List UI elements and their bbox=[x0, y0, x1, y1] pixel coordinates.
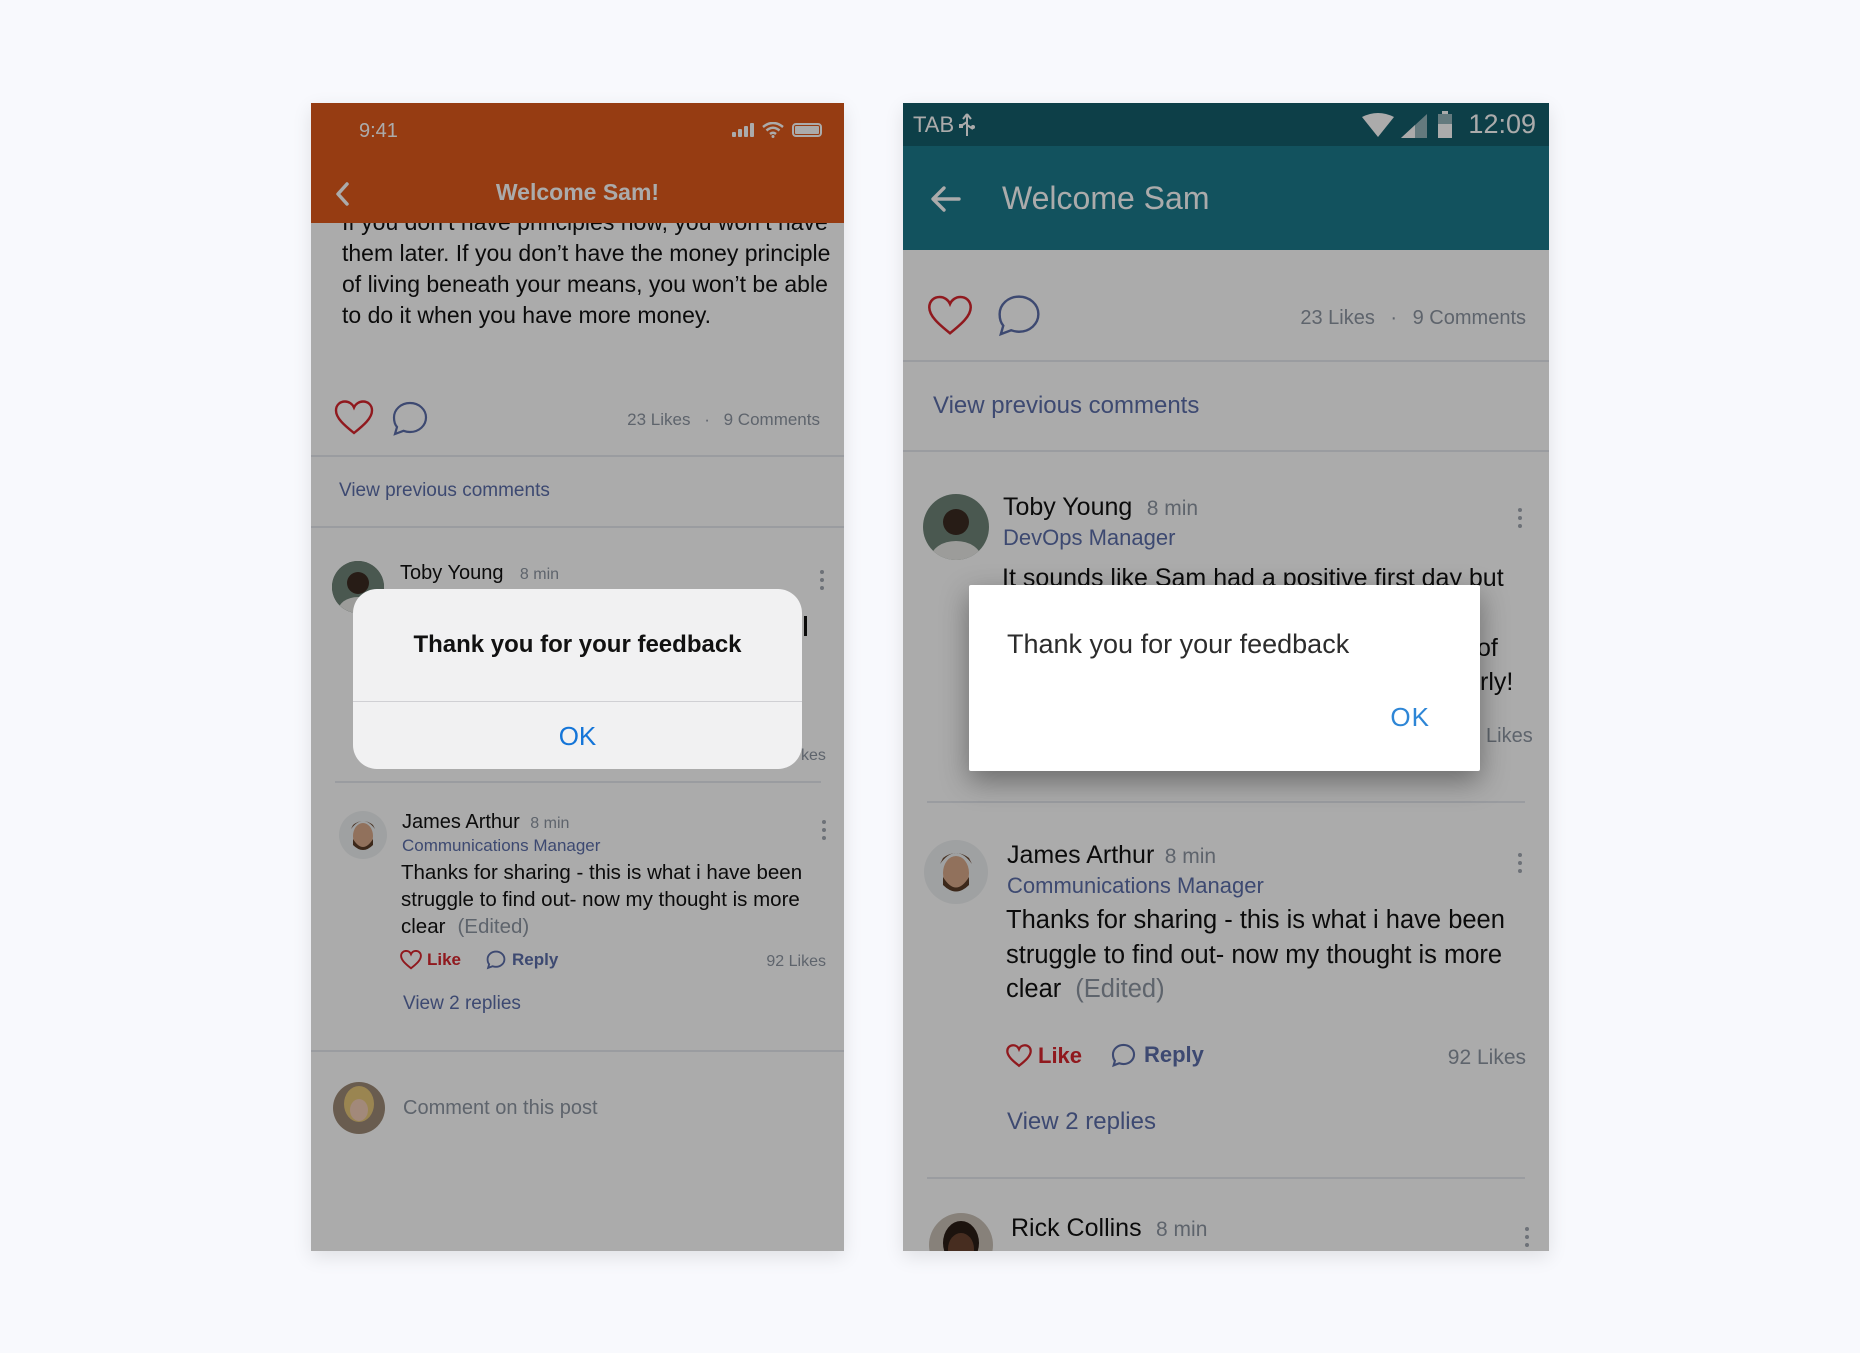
android-phone-screen: TAB 12:09 Welcome Sam 23 Likes · 9 Comme… bbox=[903, 103, 1549, 1251]
feedback-alert: Thank you for your feedback OK bbox=[353, 589, 802, 769]
ios-phone-screen: 9:41 Welcome Sam! If you don’t have prin… bbox=[311, 103, 844, 1251]
alert-divider bbox=[353, 701, 802, 702]
dialog-message: Thank you for your feedback bbox=[1007, 629, 1350, 659]
alert-message: Thank you for your feedback bbox=[413, 631, 742, 658]
ok-button[interactable]: OK bbox=[1390, 702, 1430, 733]
ok-button[interactable]: OK bbox=[353, 716, 802, 756]
feedback-dialog: Thank you for your feedback OK bbox=[969, 585, 1480, 771]
